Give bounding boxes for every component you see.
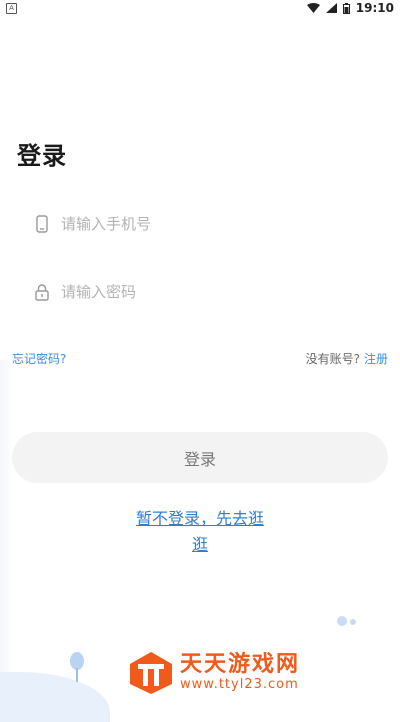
phone-icon	[33, 213, 51, 235]
watermark-url: www.ttyl23.com	[180, 677, 299, 692]
password-field[interactable]	[33, 279, 373, 305]
decorative-bubbles	[337, 616, 356, 626]
no-account-label: 没有账号?	[305, 352, 360, 366]
status-bar: A 19:10	[0, 0, 400, 16]
battery-icon	[342, 2, 350, 14]
decorative-hill	[0, 672, 110, 722]
a-notification-icon: A	[6, 2, 17, 14]
forgot-password-link[interactable]: 忘记密码?	[12, 350, 66, 367]
watermark-logo-icon	[130, 652, 172, 694]
page-title: 登录	[17, 142, 67, 170]
register-link[interactable]: 注册	[364, 352, 388, 366]
register-prompt: 没有账号? 注册	[306, 350, 388, 367]
site-watermark: 天天游戏网 www.ttyl23.com	[128, 650, 300, 696]
account-links: 忘记密码? 没有账号? 注册	[12, 350, 388, 367]
background-shade	[0, 360, 14, 717]
skip-login-line-1: 暂不登录，先去逛	[135, 509, 264, 528]
decorative-tree	[70, 652, 84, 682]
signal-icon	[325, 3, 337, 13]
status-time: 19:10	[355, 1, 394, 15]
lock-icon	[33, 281, 51, 303]
skip-login-line-2: 逛	[191, 535, 208, 554]
watermark-name: 天天游戏网	[180, 652, 301, 677]
phone-input[interactable]	[61, 215, 341, 233]
wifi-icon	[306, 3, 320, 13]
skip-login-link[interactable]: 暂不登录，先去逛 逛	[128, 506, 272, 558]
phone-field[interactable]	[33, 211, 373, 237]
password-input[interactable]	[61, 283, 341, 301]
login-button[interactable]: 登录	[12, 432, 388, 483]
